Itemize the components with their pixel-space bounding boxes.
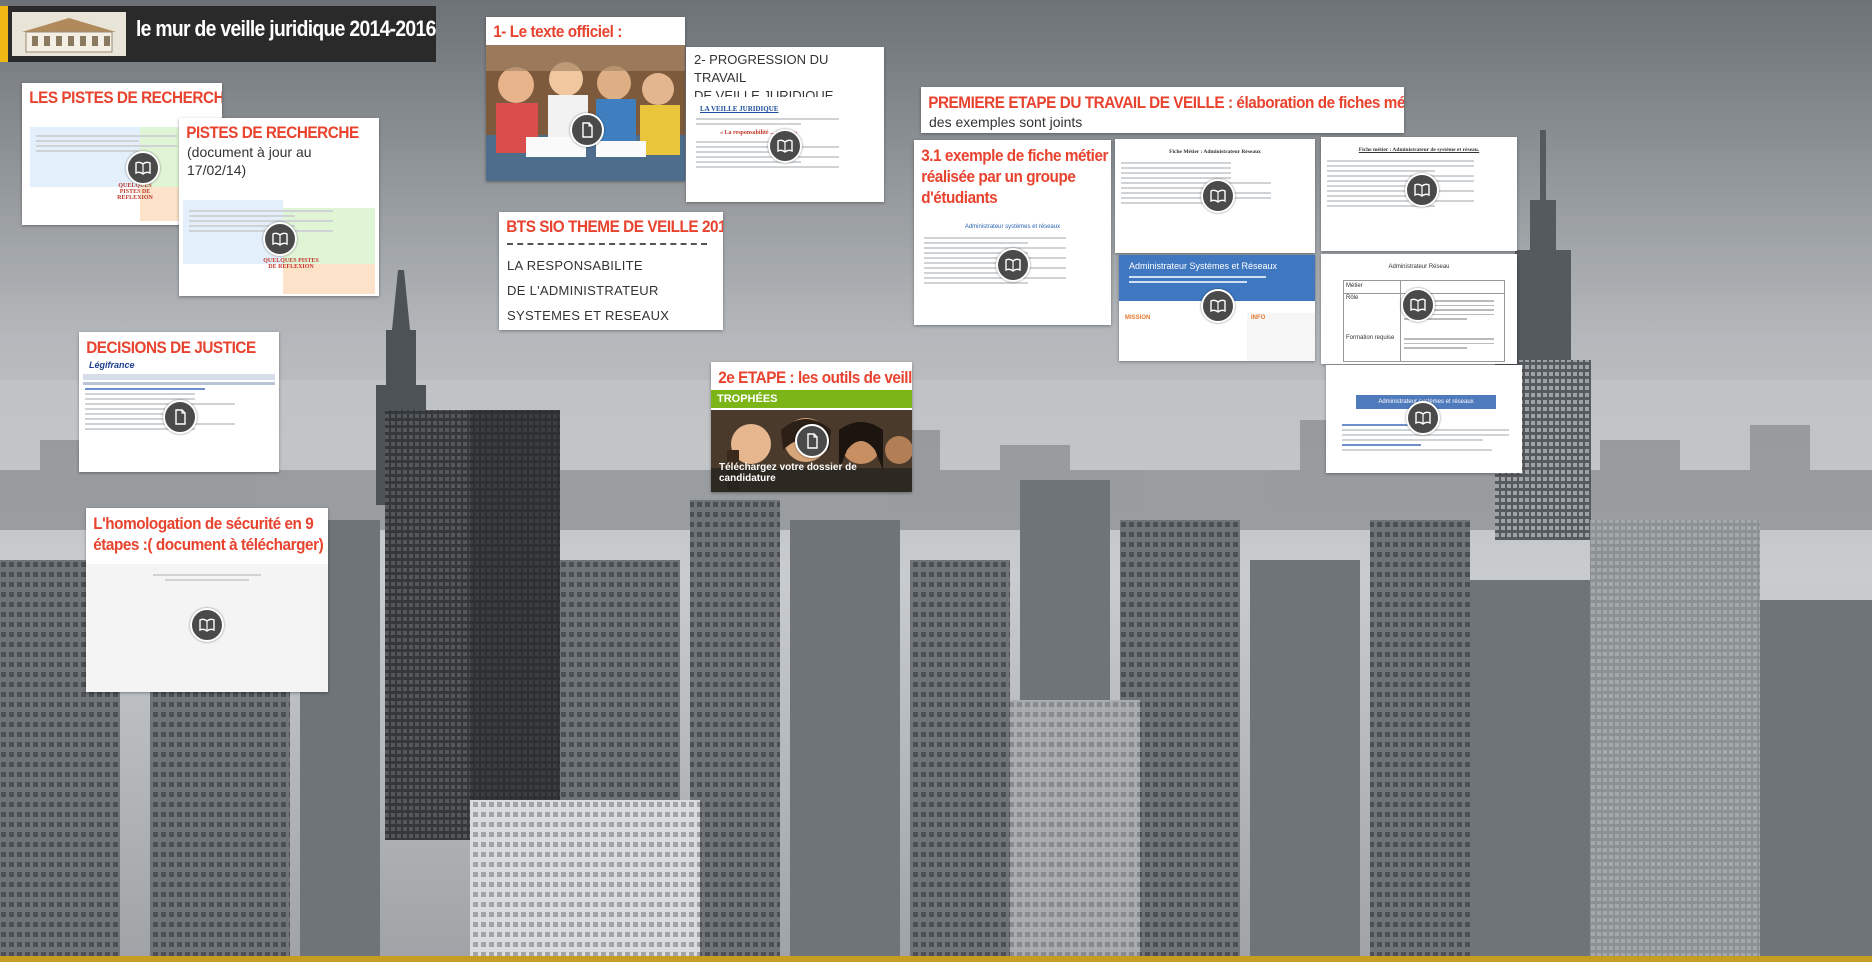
post-title-line1: L'homologation de sécurité en 9 <box>93 514 314 533</box>
header-thumbnail[interactable] <box>12 12 126 56</box>
post-title-line2: réalisée par un groupe <box>921 167 1076 186</box>
post-theme-veille[interactable]: BTS SIO THEME DE VEILLE 2014-2016 LA RES… <box>499 212 723 330</box>
book-icon[interactable] <box>1201 289 1235 323</box>
trophy-caption: Téléchargez votre dossier de candidature <box>719 462 857 484</box>
post-texte-officiel[interactable]: 1- Le texte officiel : <box>486 17 685 181</box>
theme-line-2: DE L'ADMINISTRATEUR <box>507 283 659 298</box>
table-row-formation: Formation requise <box>1346 335 1395 341</box>
post-fiche-admin-sys-reseaux[interactable]: Administrateur Systèmes et Réseaux MISSI… <box>1119 255 1315 361</box>
post-title: PREMIERE ETAPE DU TRAVAIL DE VEILLE : él… <box>928 93 1404 112</box>
book-icon[interactable] <box>263 222 297 256</box>
post-progression[interactable]: 2- PROGRESSION DU TRAVAIL DE VEILLE JURI… <box>686 47 884 202</box>
post-title: DECISIONS DE JUSTICE <box>86 338 256 357</box>
table-row-metier: Métier <box>1346 283 1363 289</box>
post-title: 1- Le texte officiel : <box>493 22 622 41</box>
dashed-divider <box>507 243 707 245</box>
preview-heading: Administrateur Systèmes et Réseaux <box>1129 261 1278 271</box>
post-title: LES PISTES DE RECHERCHE <box>29 88 222 107</box>
preview-heading: LA VEILLE JURIDIQUE <box>700 105 779 113</box>
book-icon[interactable] <box>1406 401 1440 435</box>
info-label: INFO <box>1251 315 1266 321</box>
post-fiche-admin-reseaux[interactable]: Fiche Métier : Administrateur Réseaux <box>1115 139 1315 253</box>
post-title-line2: étapes :( document à télécharger) <box>93 535 324 554</box>
book-icon[interactable] <box>768 129 802 163</box>
post-homologation[interactable]: L'homologation de sécurité en 9 étapes :… <box>86 508 328 692</box>
post-fiche-admin-systeme[interactable]: Fiche métier : Administrateur de système… <box>1321 137 1517 251</box>
post-subtitle-line2: 17/02/14) <box>187 162 247 178</box>
post-subtitle: des exemples sont joints <box>929 114 1083 130</box>
preview-heading: Administrateur systèmes et réseaux <box>964 224 1061 230</box>
preview-heading: Fiche Métier : Administrateur Réseaux <box>1169 149 1261 155</box>
trophy-banner: TROPHÉES <box>711 390 912 408</box>
preview-heading: Fiche métier : Administrateur de système… <box>1358 147 1480 153</box>
post-title-line1: 2- PROGRESSION DU TRAVAIL <box>694 52 829 85</box>
wall-header: le mur de veille juridique 2014-2016 <box>0 6 436 62</box>
post-fiche-admin-competences[interactable]: Administrateur systèmes et réseaux <box>1326 365 1522 473</box>
post-decisions-justice[interactable]: DECISIONS DE JUSTICE Légifrance <box>79 332 279 472</box>
post-fiche-admin-reseau-table[interactable]: Administrateur Réseau Métier Rôle Format… <box>1321 254 1517 364</box>
post-title-line1: 3.1 exemple de fiche métier <box>921 146 1109 165</box>
header-accent <box>0 6 8 62</box>
book-icon[interactable] <box>1401 288 1435 322</box>
document-icon[interactable] <box>570 113 604 147</box>
post-title-line3: d'étudiants <box>921 188 998 207</box>
preview-caption: QUELQUES PISTES DE REFLEXION <box>117 183 153 201</box>
book-icon[interactable] <box>996 248 1030 282</box>
post-pistes-recherche-maj[interactable]: PISTES DE RECHERCHE (document à jour au … <box>179 118 379 296</box>
post-title: 2e ETAPE : les outils de veille <box>718 368 912 387</box>
table-row-role: Rôle <box>1346 295 1359 301</box>
preview-heading: Administrateur Réseau <box>1388 264 1450 270</box>
book-icon[interactable] <box>190 608 224 642</box>
book-icon[interactable] <box>1201 179 1235 213</box>
bottom-accent-bar <box>0 956 1872 962</box>
theme-line-1: LA RESPONSABILITE <box>507 258 643 273</box>
post-subtitle-line1: (document à jour au <box>187 144 312 160</box>
post-title: PISTES DE RECHERCHE <box>186 123 359 142</box>
theme-line-3: SYSTEMES ET RESEAUX <box>507 308 670 323</box>
post-fiche-31[interactable]: 3.1 exemple de fiche métier réalisée par… <box>914 140 1111 325</box>
book-icon[interactable] <box>1405 173 1439 207</box>
preview-caption: QUELQUES PISTES DE REFLEXION <box>263 258 319 270</box>
post-title: BTS SIO THEME DE VEILLE 2014-2016 <box>506 217 723 236</box>
post-outils-veille[interactable]: 2e ETAPE : les outils de veille TROPHÉES… <box>711 362 912 492</box>
preview-info: INFO <box>1247 313 1315 361</box>
document-icon[interactable] <box>795 424 829 458</box>
post-premiere-etape[interactable]: PREMIERE ETAPE DU TRAVAIL DE VEILLE : él… <box>921 87 1404 133</box>
wall-title: le mur de veille juridique 2014-2016 <box>136 16 436 41</box>
preview-logo: Légifrance <box>89 360 135 370</box>
book-icon[interactable] <box>126 151 160 185</box>
document-icon[interactable] <box>163 400 197 434</box>
